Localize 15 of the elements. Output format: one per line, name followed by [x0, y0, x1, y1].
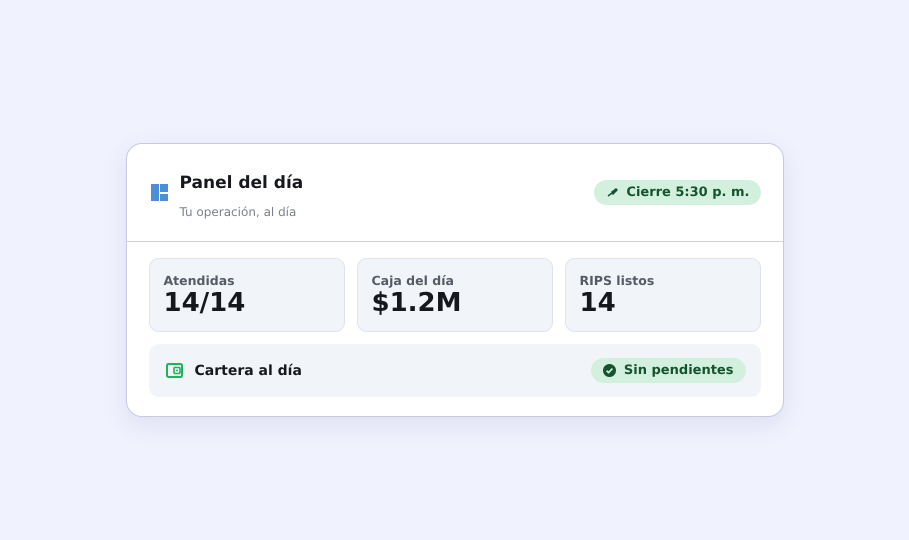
dashboard-icon	[150, 184, 168, 201]
stat-value: $1.2M	[372, 288, 463, 318]
stat-value: 14	[580, 288, 617, 318]
stat-label: Caja del día	[372, 273, 455, 288]
stat-label: Atendidas	[164, 273, 236, 288]
check-circle-icon	[602, 364, 616, 377]
stat-value: 14/14	[164, 288, 246, 318]
closing-time-text: Cierre 5:30 p. m.	[626, 185, 750, 200]
stat-label: RIPS listos	[580, 273, 656, 288]
portfolio-label: Cartera al día	[194, 362, 303, 378]
panel-subtitle: Tu operación, al día	[180, 204, 298, 218]
pen-icon	[607, 188, 618, 197]
wallet-icon	[166, 363, 182, 378]
panel-title: Panel del día	[180, 172, 304, 192]
status-text: Sin pendientes	[624, 363, 734, 378]
